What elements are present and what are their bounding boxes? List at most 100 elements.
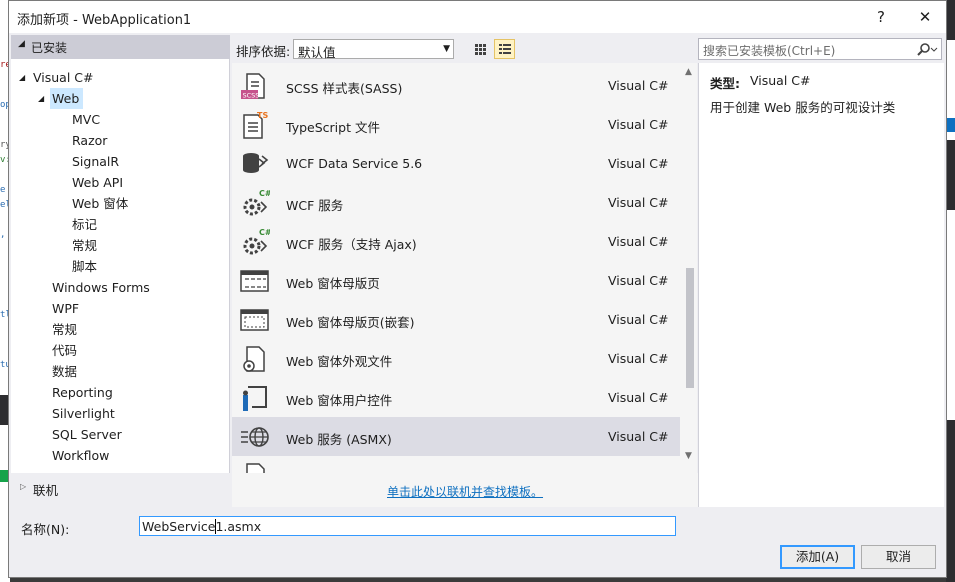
list-view-button[interactable] [494, 39, 515, 59]
type-value: Visual C# [750, 73, 811, 88]
tree-item[interactable]: SQL Server [50, 424, 126, 445]
template-row[interactable]: C# WCF 服务（支持 Ajax) Visual C# [232, 222, 680, 261]
nested-master-page-icon [240, 305, 270, 335]
tree-item-label: Workflow [52, 448, 110, 463]
template-row[interactable]: Web 服务 (ASMX) Visual C# [232, 417, 680, 456]
sort-dropdown[interactable]: 默认值 ▼ [293, 39, 454, 60]
tree-item[interactable]: Silverlight [50, 403, 119, 424]
tree-item[interactable]: Web API [70, 172, 127, 193]
tree-item[interactable]: MVC [70, 109, 104, 130]
tree-item[interactable]: 脚本 [70, 256, 101, 277]
details-pane: 类型: Visual C# 用于创建 Web 服务的可视设计类 [698, 63, 944, 507]
tree-item[interactable]: 标记 [70, 214, 101, 235]
tree-item[interactable]: 数据 [50, 361, 81, 382]
online-link-area: 单击此处以联机并查找模板。 [232, 473, 699, 507]
scroll-thumb[interactable] [686, 268, 694, 388]
wcf-ajax-service-icon: C# [240, 227, 272, 257]
title-bar: 添加新项 - WebApplication1 ? ✕ [9, 1, 946, 33]
template-name: WCF 服务（支持 Ajax) [286, 237, 417, 252]
grid-view-icon [475, 44, 486, 55]
tree-item-label: 标记 [72, 217, 98, 232]
tree-item[interactable]: Web 窗体 [70, 193, 132, 214]
tree-item[interactable]: ◢ Web [38, 88, 84, 109]
tree-item-label: SignalR [72, 154, 120, 169]
expanded-arrow-icon[interactable]: ◢ [19, 67, 25, 88]
tree-item-label: Web API [72, 175, 124, 190]
expanded-arrow-icon[interactable]: ◢ [38, 88, 44, 109]
small-icons-view-button[interactable] [470, 39, 491, 59]
wcf-data-service-icon [240, 149, 270, 179]
tree-item[interactable]: ◢ Visual C# [19, 67, 98, 88]
installed-header[interactable]: ◢ 已安装 [11, 35, 230, 59]
template-row[interactable]: Web 窗体用户控件 Visual C# [232, 378, 680, 417]
find-templates-online-link[interactable]: 单击此处以联机并查找模板。 [387, 483, 543, 500]
tree-item-label: Windows Forms [52, 280, 150, 295]
help-button[interactable]: ? [868, 5, 894, 29]
tree-item[interactable]: 常规 [50, 319, 81, 340]
tree-item[interactable]: 代码 [50, 340, 81, 361]
svg-text:TS: TS [257, 111, 268, 120]
svg-text:C#: C# [259, 228, 270, 237]
expand-arrow-icon: ▷ [20, 482, 27, 491]
template-row[interactable]: TS TypeScript 文件 Visual C# [232, 105, 680, 144]
list-scrollbar[interactable]: ▲ ▼ [683, 63, 697, 473]
template-row[interactable]: WCF Data Service 5.6 Visual C# [232, 144, 680, 183]
sort-toolbar: 排序依据: 默认值 ▼ [232, 35, 699, 63]
tree-item-label: 代码 [52, 343, 78, 358]
name-field[interactable]: WebService1.asmx [139, 516, 676, 536]
template-language: Visual C# [608, 156, 669, 171]
chevron-down-icon: ▼ [443, 44, 450, 54]
skin-file-icon [240, 344, 270, 374]
scroll-up-icon[interactable]: ▲ [685, 67, 692, 77]
tree-item-label: 数据 [52, 364, 78, 379]
text-caret [215, 519, 216, 534]
tree-item[interactable]: Workflow [50, 445, 113, 466]
search-placeholder: 搜索已安装模板(Ctrl+E) [703, 44, 836, 58]
type-label: 类型: [710, 76, 740, 91]
tree-item[interactable]: 常规 [70, 235, 101, 256]
svg-text:C#: C# [259, 189, 270, 198]
close-button[interactable]: ✕ [912, 5, 938, 29]
sort-value: 默认值 [298, 45, 336, 60]
tree-item-label: SQL Server [52, 427, 122, 442]
template-name: TypeScript 文件 [286, 120, 380, 135]
tree-item-label: 常规 [72, 238, 98, 253]
wcf-service-icon: C# [240, 188, 272, 218]
template-row[interactable]: Web 窗体外观文件 Visual C# [232, 339, 680, 378]
template-language: Visual C# [608, 390, 669, 405]
list-view-icon [499, 44, 511, 54]
template-name: Web 服务 (ASMX) [286, 432, 392, 447]
template-language: Visual C# [608, 273, 669, 288]
tree-item[interactable]: Razor [70, 130, 111, 151]
template-row[interactable]: C# WCF 服务 Visual C# [232, 183, 680, 222]
search-input[interactable]: 搜索已安装模板(Ctrl+E) [698, 38, 942, 60]
sort-label: 排序依据: [236, 44, 291, 59]
template-list: Web 服务 (ASMX) Visual C# Web 窗体用户控件 Visual C… [232, 63, 697, 473]
template-name: WCF 服务 [286, 198, 344, 213]
template-name: Web 窗体母版页(嵌套) [286, 315, 415, 330]
typescript-file-icon: TS [240, 110, 270, 140]
search-icon[interactable] [916, 42, 938, 58]
scroll-down-icon[interactable]: ▼ [685, 451, 692, 461]
template-language: Visual C# [608, 312, 669, 327]
cancel-button[interactable]: 取消 [861, 545, 936, 569]
tree-item-label: MVC [72, 112, 101, 127]
add-button[interactable]: 添加(A) [780, 545, 855, 569]
template-row[interactable]: Web 窗体母版页 Visual C# [232, 261, 680, 300]
template-description: 用于创建 Web 服务的可视设计类 [710, 100, 896, 115]
tree-item-label: Web 窗体 [72, 196, 129, 211]
online-node[interactable]: ▷ 联机 [11, 473, 230, 507]
template-row[interactable]: Web 窗体母版页(嵌套) Visual C# [232, 300, 680, 339]
template-language: Visual C# [608, 351, 669, 366]
user-control-icon [240, 383, 270, 413]
tree-item[interactable]: Reporting [50, 382, 117, 403]
installed-label: 已安装 [31, 41, 68, 55]
tree-item-label: Reporting [52, 385, 113, 400]
template-language: Visual C# [608, 429, 669, 444]
tree-item[interactable]: SignalR [70, 151, 123, 172]
background-panel [946, 0, 955, 582]
tree-item[interactable]: WPF [50, 298, 83, 319]
template-row[interactable]: SCSS SCSS 样式表(SASS) Visual C# [232, 66, 680, 105]
tree-item[interactable]: Windows Forms [50, 277, 154, 298]
template-name: Web 窗体用户控件 [286, 393, 393, 408]
